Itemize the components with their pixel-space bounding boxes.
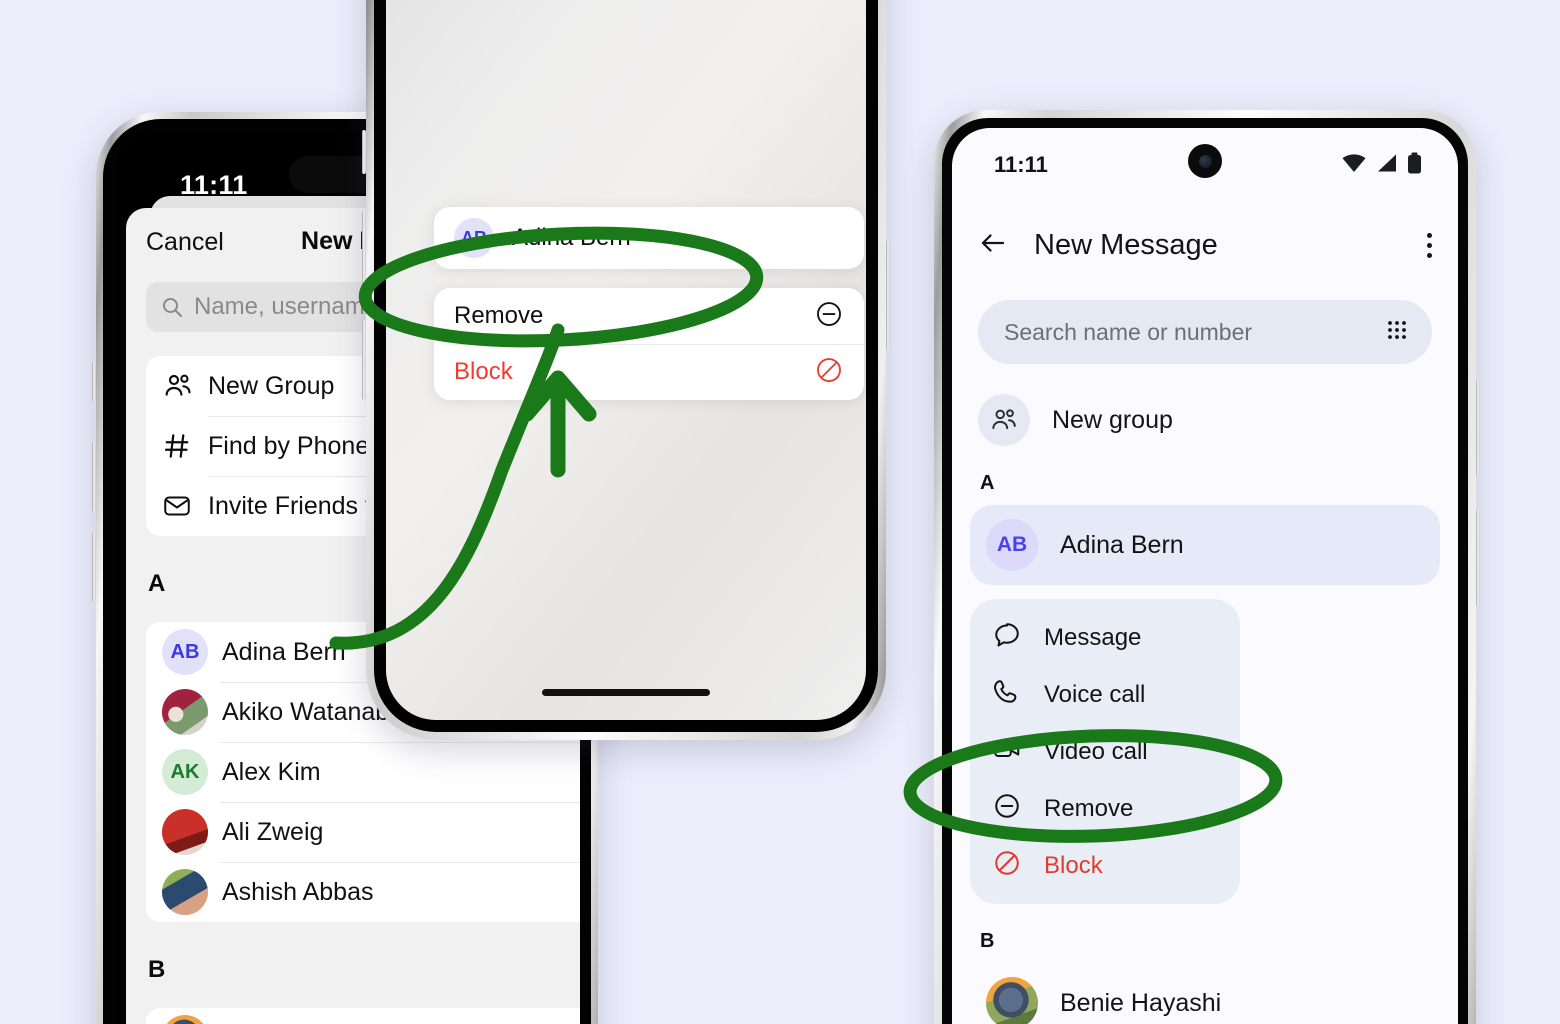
page-title: New Message bbox=[1034, 228, 1218, 261]
menu-item-remove[interactable]: Remove bbox=[970, 780, 1240, 837]
menu-item-message[interactable]: Message bbox=[970, 609, 1240, 666]
search-icon bbox=[163, 298, 182, 317]
menu-item-video-call[interactable]: Video call bbox=[970, 723, 1240, 780]
wifi-icon bbox=[1342, 154, 1366, 172]
list-item[interactable]: Ashish Abbas bbox=[146, 862, 580, 922]
minus-circle-icon bbox=[814, 299, 844, 334]
signal-icon bbox=[1378, 154, 1396, 172]
new-group-row[interactable]: New group bbox=[952, 374, 1458, 466]
dialpad-icon[interactable] bbox=[1384, 317, 1410, 348]
screenshot-canvas: 11:11 Cancel New Message Name, username,… bbox=[0, 0, 1560, 1024]
menu-item-label: Remove bbox=[1044, 794, 1134, 822]
menu-item-block[interactable]: Block bbox=[434, 344, 864, 400]
contact-name: Adina Bern bbox=[222, 637, 346, 666]
contact-name: Alex Kim bbox=[222, 757, 321, 786]
contact-context-menu: Message Voice call Video call Remove Blo… bbox=[970, 599, 1240, 904]
list-item[interactable]: Benie Hayashi bbox=[146, 1008, 580, 1024]
context-action-menu: Remove Block bbox=[434, 288, 864, 400]
avatar: AB bbox=[986, 519, 1038, 571]
avatar: AB bbox=[162, 629, 208, 675]
avatar bbox=[162, 1015, 208, 1024]
avatar bbox=[986, 977, 1038, 1024]
people-icon bbox=[978, 394, 1030, 446]
power-button[interactable] bbox=[1476, 380, 1480, 476]
envelope-icon bbox=[162, 491, 208, 521]
context-contact-card: AB Adina Bern bbox=[434, 207, 864, 269]
search-placeholder: Search name or number bbox=[1004, 318, 1253, 345]
avatar: AB bbox=[454, 218, 494, 258]
android-status-bar: 11:11 bbox=[952, 128, 1458, 202]
avatar-initials: AB bbox=[170, 640, 200, 663]
volume-down-button[interactable] bbox=[92, 532, 96, 602]
list-item-selected[interactable]: AB Adina Bern bbox=[970, 505, 1440, 585]
home-indicator bbox=[542, 689, 710, 696]
volume-up-button[interactable] bbox=[92, 442, 96, 512]
back-arrow-icon[interactable] bbox=[978, 228, 1008, 263]
contact-name: Adina Bern bbox=[512, 224, 631, 251]
search-input[interactable]: Search name or number bbox=[978, 300, 1432, 364]
power-button[interactable] bbox=[886, 240, 890, 350]
mute-switch[interactable] bbox=[92, 362, 96, 402]
android-screen: 11:11 New Message Search name or number … bbox=[952, 128, 1458, 1024]
android-device-right: 11:11 New Message Search name or number … bbox=[934, 110, 1480, 1024]
menu-item-label: Block bbox=[1044, 851, 1103, 879]
list-item[interactable]: AK Alex Kim bbox=[146, 742, 580, 802]
section-header-b: B bbox=[980, 930, 995, 952]
menu-item-voice-call[interactable]: Voice call bbox=[970, 666, 1240, 723]
contact-name: Benie Hayashi bbox=[1060, 988, 1222, 1017]
volume-up-button[interactable] bbox=[362, 210, 366, 290]
avatar-initials: AB bbox=[461, 227, 487, 248]
contact-name: Ashish Abbas bbox=[222, 877, 374, 906]
list-item[interactable]: Ali Zweig bbox=[146, 802, 580, 862]
volume-rocker[interactable] bbox=[1476, 510, 1480, 606]
avatar bbox=[162, 869, 208, 915]
status-bar-time: 11:11 bbox=[994, 152, 1048, 177]
list-item[interactable]: Benie Hayashi bbox=[970, 963, 1440, 1024]
menu-item-remove[interactable]: Remove bbox=[434, 288, 864, 344]
iphone-device-center-zoom: AB Adina Bern Remove Block bbox=[362, 0, 890, 740]
menu-item-label: Message bbox=[1044, 623, 1142, 651]
chat-bubble-icon bbox=[992, 620, 1022, 655]
volume-down-button[interactable] bbox=[362, 320, 366, 400]
status-bar-icons bbox=[1341, 152, 1422, 174]
avatar-initials: AK bbox=[170, 760, 200, 783]
avatar bbox=[162, 689, 208, 735]
menu-item-label: Video call bbox=[1044, 737, 1148, 765]
contact-name: Ali Zweig bbox=[222, 817, 324, 846]
overflow-menu-icon[interactable] bbox=[1427, 232, 1432, 258]
menu-item-label: Block bbox=[454, 358, 513, 385]
block-circle-icon bbox=[814, 355, 844, 390]
android-app-bar: New Message bbox=[952, 202, 1458, 288]
phone-icon bbox=[992, 677, 1022, 712]
people-icon bbox=[162, 370, 208, 402]
section-header-a: A bbox=[980, 472, 995, 494]
menu-item-label: Voice call bbox=[1044, 680, 1146, 708]
avatar bbox=[162, 809, 208, 855]
front-camera-punchhole bbox=[1188, 144, 1222, 178]
battery-icon bbox=[1408, 152, 1421, 174]
iphone-center-screen: AB Adina Bern Remove Block bbox=[386, 0, 866, 720]
contact-name: Adina Bern bbox=[1060, 530, 1184, 559]
mute-switch[interactable] bbox=[362, 130, 366, 174]
menu-item-block[interactable]: Block bbox=[970, 837, 1240, 894]
section-header-b: B bbox=[148, 956, 166, 983]
ios-contact-card-b: Benie Hayashi bbox=[146, 1008, 580, 1024]
new-group-label: New group bbox=[1052, 405, 1173, 434]
avatar: AK bbox=[162, 749, 208, 795]
video-camera-icon bbox=[992, 734, 1022, 769]
block-circle-icon bbox=[992, 848, 1022, 883]
menu-item-label: Remove bbox=[454, 302, 544, 329]
hash-icon bbox=[162, 431, 208, 461]
avatar-initials: AB bbox=[996, 533, 1028, 556]
action-label: New Group bbox=[208, 371, 335, 400]
minus-circle-icon bbox=[992, 791, 1022, 826]
